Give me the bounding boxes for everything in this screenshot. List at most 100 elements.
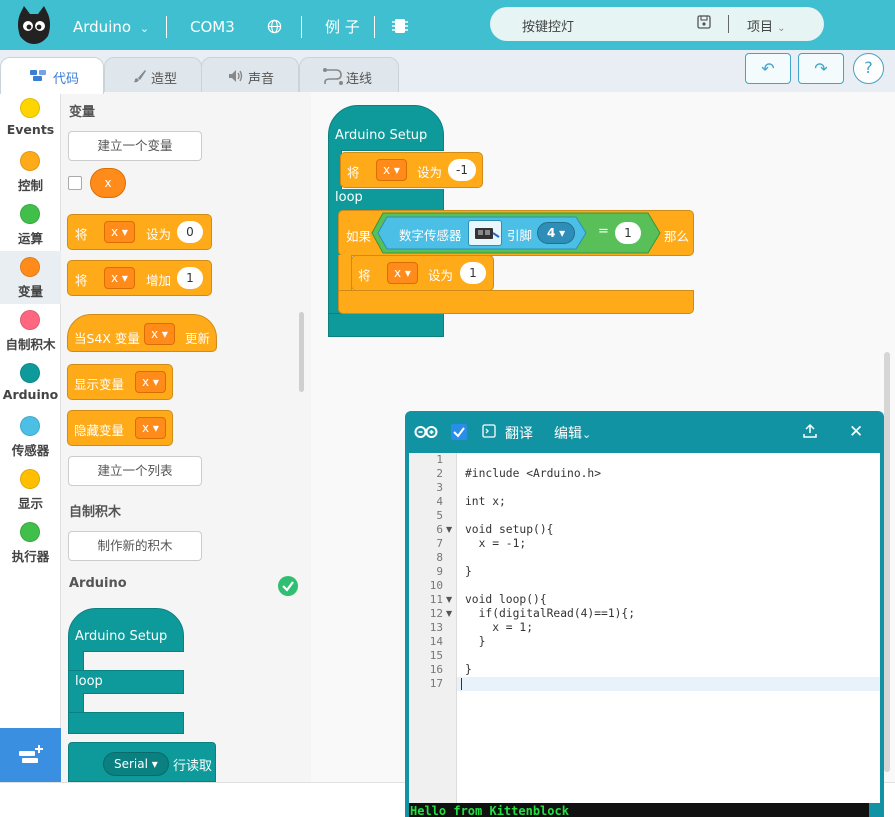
category-operators[interactable]: 运算 [0,198,61,251]
block-label: 当S4X 变量 [74,331,140,346]
palette-loop-block[interactable]: loop [68,670,184,694]
examples-menu[interactable]: 例 子 [325,0,360,50]
code-line: #include <Arduino.h> [465,467,602,480]
code-line: x = -1; [465,537,527,550]
variable-dropdown[interactable]: x ▾ [104,267,135,289]
set-x-block[interactable]: 将 x ▾ 设为 -1 [340,152,483,188]
palette-arduino-setup-block[interactable]: Arduino Setup [68,608,184,652]
block-label: 将 [358,268,371,283]
when-s4x-variable-block[interactable]: 当S4X 变量 x ▾ 更新 [67,314,217,352]
redo-button[interactable]: ↷ [798,53,844,84]
variable-dropdown[interactable]: x ▾ [104,221,135,243]
code-editor[interactable]: 1 2 3 4 5 6 7 8 9 10 11 12 13 14 15 16 1… [409,453,880,803]
tab-costumes[interactable]: 造型 [104,57,202,93]
variable-dropdown[interactable]: x ▾ [135,417,166,439]
value-input[interactable]: 1 [460,262,486,284]
line-number: 5 [436,509,443,522]
auto-sync-checkbox[interactable] [451,424,467,440]
sensor-image-icon[interactable] [468,220,502,246]
equals-label: = [598,224,609,239]
workspace-scrollbar[interactable] [884,352,890,772]
category-arduino[interactable]: Arduino [0,357,61,410]
fold-arrow-icon[interactable]: ▼ [446,525,452,534]
make-list-button[interactable]: 建立一个列表 [68,456,202,486]
hide-variable-block[interactable]: 隐藏变量 x ▾ [67,410,173,446]
arduino-logo-icon [414,425,438,443]
variable-dropdown[interactable]: x ▾ [387,262,418,284]
line-number: 10 [429,579,443,592]
code-line: if(digitalRead(4)==1){; [465,607,636,620]
category-control[interactable]: 控制 [0,145,61,198]
tab-wiring[interactable]: 连线 [299,57,399,93]
make-block-button[interactable]: 制作新的积木 [68,531,202,561]
variable-checkbox[interactable] [68,176,82,190]
category-dot [20,522,40,542]
separator [374,16,375,38]
loop-block[interactable]: loop [328,189,444,211]
variable-dropdown[interactable]: x ▾ [144,323,175,345]
code-line: void loop(){ [465,593,547,606]
value-input[interactable]: 0 [177,221,203,243]
board-select[interactable]: Arduino ⌄ [73,0,149,50]
separator [728,15,729,33]
compare-value-input[interactable]: 1 [615,222,641,244]
category-my-blocks[interactable]: 自制积木 [0,304,61,357]
block-arm [68,651,84,671]
fold-arrow-icon[interactable]: ▼ [446,595,452,604]
category-display[interactable]: 显示 [0,463,61,516]
category-sensors[interactable]: 传感器 [0,410,61,463]
add-extension-button[interactable] [0,728,61,782]
serial-console: Hello from Kittenblock [409,803,869,817]
close-icon[interactable]: ✕ [849,422,863,442]
palette-scrollbar[interactable] [299,312,304,392]
serial-port-dropdown[interactable]: Serial ▾ [103,752,169,776]
save-icon[interactable] [697,15,711,33]
tab-sounds[interactable]: 声音 [201,57,299,93]
category-variables[interactable]: 变量 [0,251,61,304]
value-input[interactable]: 1 [177,267,203,289]
upload-icon[interactable] [803,423,817,443]
tab-code[interactable]: 代码 [0,57,104,94]
make-variable-button[interactable]: 建立一个变量 [68,131,202,161]
line-number: 2 [436,467,443,480]
dropdown-value: Serial [114,757,148,771]
category-menu: Events 控制 运算 变量 自制积木 Arduino 传感器 显示 执行器 [0,92,61,782]
category-label: 控制 [17,178,43,193]
dropdown-value: x [111,271,119,285]
pin-dropdown[interactable]: 4 ▾ [537,222,576,244]
serial-read-line-block[interactable]: Serial ▾ 行读取 [68,742,216,782]
kittenblock-logo[interactable] [14,4,54,46]
show-variable-block[interactable]: 显示变量 x ▾ [67,364,173,400]
chip-icon[interactable] [392,0,408,50]
block-label: 将 [75,227,88,242]
project-menu[interactable]: 项目 ⌄ [747,16,786,35]
project-bar: 按键控灯 项目 ⌄ [490,7,824,41]
line-number: 14 [429,635,443,648]
set-x-inner-block[interactable]: 将 x ▾ 设为 1 [351,255,494,291]
set-variable-block[interactable]: 将 x ▾ 设为 0 [67,214,212,250]
help-button[interactable]: ? [853,53,884,84]
line-number: 4 [436,495,443,508]
category-actuators[interactable]: 执行器 [0,516,61,569]
variable-dropdown[interactable]: x ▾ [135,371,166,393]
change-variable-block[interactable]: 将 x ▾ 增加 1 [67,260,212,296]
variable-reporter-x[interactable]: x [90,168,126,198]
category-events[interactable]: Events [0,92,61,145]
block-arm [68,693,84,713]
variable-dropdown[interactable]: x ▾ [376,159,407,181]
language-globe-icon[interactable] [267,0,282,50]
category-label: Events [6,122,55,137]
palette-title-my-blocks: 自制积木 [69,505,122,520]
block-label: 设为 [417,165,443,180]
value-input[interactable]: -1 [448,159,476,181]
arduino-setup-hat-block[interactable]: Arduino Setup [328,105,444,151]
translate-button[interactable]: 翻译 [505,423,533,443]
project-name-input[interactable]: 按键控灯 [522,16,574,35]
line-number: 3 [436,481,443,494]
add-extension-icon [19,745,43,763]
fold-arrow-icon[interactable]: ▼ [446,609,452,618]
edit-menu[interactable]: 编辑⌄ [554,423,591,443]
undo-button[interactable]: ↶ [745,53,791,84]
block-footer [338,290,694,314]
port-select[interactable]: COM3 [190,0,235,50]
